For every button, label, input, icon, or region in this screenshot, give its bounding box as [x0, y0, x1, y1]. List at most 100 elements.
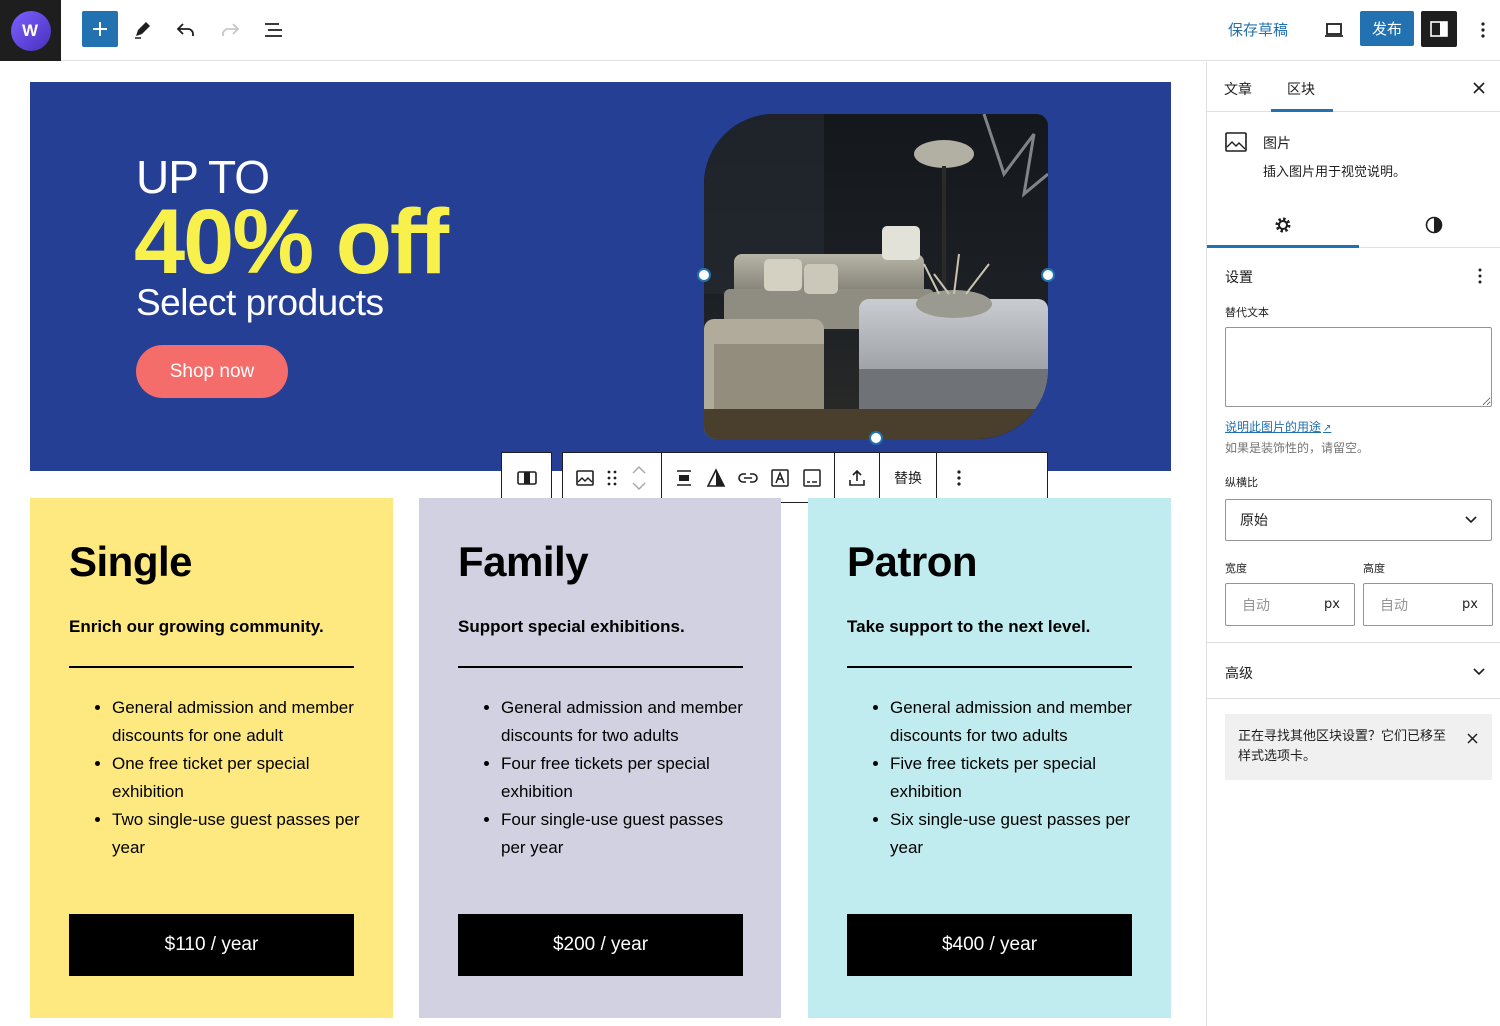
redo-icon — [222, 23, 240, 36]
styles-moved-notice: 正在寻找其他区块设置？它们已移至样式选项卡。 — [1225, 714, 1492, 780]
contrast-icon — [1425, 216, 1443, 234]
plan-title[interactable]: Family — [458, 538, 589, 586]
site-logo[interactable]: W — [0, 0, 61, 61]
chevron-up-icon — [632, 465, 646, 474]
price-button[interactable]: $110 / year — [69, 914, 354, 976]
alt-text-help-link[interactable]: 说明此图片的用途 ↗ — [1225, 418, 1331, 435]
duotone-icon — [706, 467, 726, 487]
add-block-button[interactable] — [82, 11, 118, 47]
height-unit[interactable]: px — [1462, 597, 1478, 612]
tab-post[interactable]: 文章 — [1224, 79, 1252, 99]
move-up-button[interactable] — [632, 462, 646, 478]
preview-button[interactable] — [1316, 12, 1352, 48]
feature-list[interactable]: General admission and member discounts f… — [112, 694, 362, 862]
toolbar-group-upload — [835, 453, 880, 502]
image-block-toolbar: 替换 — [562, 452, 1048, 503]
plan-title[interactable]: Single — [69, 538, 193, 586]
upload-button[interactable] — [841, 460, 873, 496]
drag-handle[interactable] — [601, 460, 623, 496]
pricing-card-single[interactable]: Single Enrich our growing community. Gen… — [30, 498, 393, 1018]
advanced-section-toggle[interactable]: 高级 — [1225, 663, 1253, 683]
parent-block-toolbar — [501, 452, 552, 503]
alt-text-label: 替代文本 — [1225, 306, 1269, 319]
undo-button[interactable] — [168, 12, 204, 48]
feature-item: Four single-use guest passes per year — [501, 806, 751, 862]
settings-toggle-button[interactable] — [1421, 11, 1457, 47]
pricing-card-patron[interactable]: Patron Take support to the next level. G… — [808, 498, 1171, 1018]
plan-title[interactable]: Patron — [847, 538, 978, 586]
options-menu-button[interactable] — [1465, 12, 1500, 48]
tools-button[interactable] — [124, 12, 160, 48]
inspector-tabs — [1207, 202, 1500, 248]
plan-tagline[interactable]: Take support to the next level. — [847, 617, 1090, 637]
undo-icon — [176, 23, 194, 36]
link-button[interactable] — [732, 460, 764, 496]
columns-icon — [516, 470, 537, 485]
feature-list[interactable]: General admission and member discounts f… — [501, 694, 751, 862]
editor-canvas: UP TO 40% off Select products Shop now 替… — [0, 62, 1206, 1026]
gear-icon — [1275, 217, 1291, 233]
settings-options-button[interactable] — [1470, 264, 1490, 288]
close-icon — [1473, 82, 1485, 94]
block-options-button[interactable] — [943, 460, 975, 496]
tab-block[interactable]: 区块 — [1287, 79, 1315, 99]
align-button[interactable] — [668, 460, 700, 496]
caption-button[interactable] — [796, 460, 828, 496]
close-sidebar-button[interactable] — [1467, 76, 1491, 100]
settings-section-title[interactable]: 设置 — [1225, 267, 1253, 287]
toolbar-group-format — [662, 453, 835, 502]
tab-styles[interactable] — [1419, 210, 1449, 240]
settings-sidebar: 文章 区块 图片 插入图片用于视觉说明。 设置 替代文本 说明此图片的用途 ↗ 如… — [1206, 62, 1500, 1026]
aspect-ratio-value: 原始 — [1240, 513, 1268, 529]
chevron-down-icon — [632, 482, 646, 491]
feature-item: General admission and member discounts f… — [890, 694, 1140, 750]
plan-tagline[interactable]: Enrich our growing community. — [69, 617, 324, 637]
hero-image-sofa[interactable] — [704, 114, 1048, 439]
aspect-ratio-select[interactable]: 原始 — [1225, 499, 1492, 541]
price-button[interactable]: $200 / year — [458, 914, 743, 976]
plus-icon — [93, 22, 107, 36]
feature-item: Six single-use guest passes per year — [890, 806, 1140, 862]
chevron-down-icon — [1465, 516, 1477, 524]
plan-tagline[interactable]: Support special exhibitions. — [458, 617, 685, 637]
duotone-button[interactable] — [700, 460, 732, 496]
width-label: 宽度 — [1225, 562, 1247, 575]
publish-button[interactable]: 发布 — [1360, 11, 1414, 46]
height-input[interactable]: 自动 px — [1363, 583, 1493, 626]
document-overview-button[interactable] — [255, 12, 291, 48]
save-draft-button[interactable]: 保存草稿 — [1228, 18, 1288, 42]
chevron-down-icon[interactable] — [1473, 668, 1485, 676]
image-icon — [576, 469, 594, 486]
hero-banner[interactable]: UP TO 40% off Select products Shop now — [30, 82, 1171, 471]
notice-text: 正在寻找其他区块设置？它们已移至样式选项卡。 — [1238, 729, 1447, 764]
resize-handle-left[interactable] — [697, 268, 711, 282]
link-icon — [738, 472, 758, 483]
feature-item: Two single-use guest passes per year — [112, 806, 362, 862]
resize-handle-right[interactable] — [1041, 268, 1055, 282]
text-overlay-button[interactable] — [764, 460, 796, 496]
active-subtab-indicator — [1207, 245, 1359, 248]
shop-now-button[interactable]: Shop now — [136, 345, 288, 398]
hero-subheading[interactable]: Select products — [136, 282, 384, 324]
dismiss-notice-button[interactable] — [1460, 726, 1484, 750]
hero-heading-discount[interactable]: 40% off — [134, 190, 449, 295]
alt-text-input[interactable] — [1225, 327, 1492, 407]
width-input[interactable]: 自动 px — [1225, 583, 1355, 626]
block-type-button[interactable] — [569, 460, 601, 496]
feature-list[interactable]: General admission and member discounts f… — [890, 694, 1140, 862]
price-button[interactable]: $400 / year — [847, 914, 1132, 976]
move-down-button[interactable] — [632, 478, 646, 494]
tab-settings[interactable] — [1268, 210, 1298, 240]
select-parent-button[interactable] — [511, 460, 543, 496]
redo-button[interactable] — [212, 12, 248, 48]
active-tab-indicator — [1271, 109, 1333, 112]
pricing-card-family[interactable]: Family Support special exhibitions. Gene… — [419, 498, 781, 1018]
replace-button[interactable]: 替换 — [886, 460, 930, 496]
resize-handle-bottom[interactable] — [869, 431, 883, 445]
logo-text: W — [21, 20, 38, 40]
separator — [69, 666, 354, 668]
living-room-photo — [704, 114, 1048, 439]
external-link-icon: ↗ — [1323, 423, 1332, 434]
aspect-ratio-label: 纵横比 — [1225, 476, 1258, 489]
width-unit[interactable]: px — [1324, 597, 1340, 612]
